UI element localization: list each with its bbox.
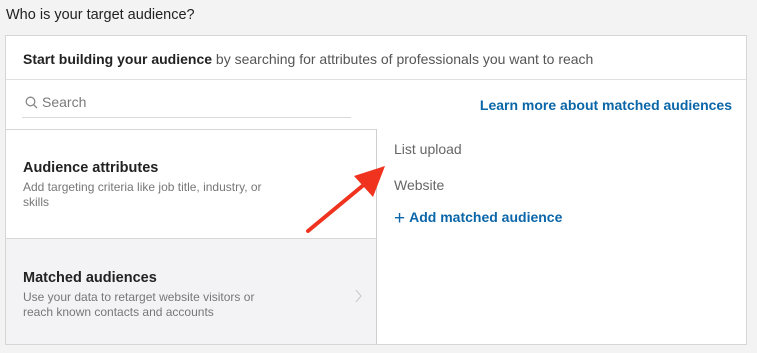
page-title: Who is your target audience?	[6, 7, 195, 23]
plus-icon: +	[394, 208, 406, 229]
audience-type-menu: Audience attributes Add targeting criter…	[6, 129, 377, 344]
chevron-right-icon	[355, 289, 362, 303]
add-matched-audience-label: Add matched audience	[409, 209, 563, 225]
matched-audiences-item[interactable]: Matched audiences Use your data to retar…	[6, 238, 376, 344]
matched-audience-options: List upload Website + Add matched audienc…	[377, 129, 746, 344]
audience-card: Start building your audience by searchin…	[5, 35, 747, 345]
website-option[interactable]: Website	[394, 177, 444, 193]
matched-audiences-description: Use your data to retarget website visito…	[23, 290, 255, 319]
list-upload-option[interactable]: List upload	[394, 141, 462, 157]
search-input[interactable]: Search	[22, 91, 351, 118]
audience-attributes-title: Audience attributes	[23, 160, 159, 176]
audience-attributes-item[interactable]: Audience attributes Add targeting criter…	[6, 130, 376, 238]
search-icon	[25, 96, 38, 109]
intro-text: Start building your audience by searchin…	[6, 36, 746, 80]
intro-rest: by searching for attributes of professio…	[212, 51, 594, 67]
add-matched-audience-button[interactable]: + Add matched audience	[394, 208, 562, 230]
audience-attributes-description: Add targeting criteria like job title, i…	[23, 180, 262, 209]
intro-bold: Start building your audience	[23, 51, 213, 67]
matched-audiences-title: Matched audiences	[23, 270, 157, 286]
search-placeholder: Search	[42, 94, 87, 110]
learn-more-link[interactable]: Learn more about matched audiences	[480, 97, 732, 113]
